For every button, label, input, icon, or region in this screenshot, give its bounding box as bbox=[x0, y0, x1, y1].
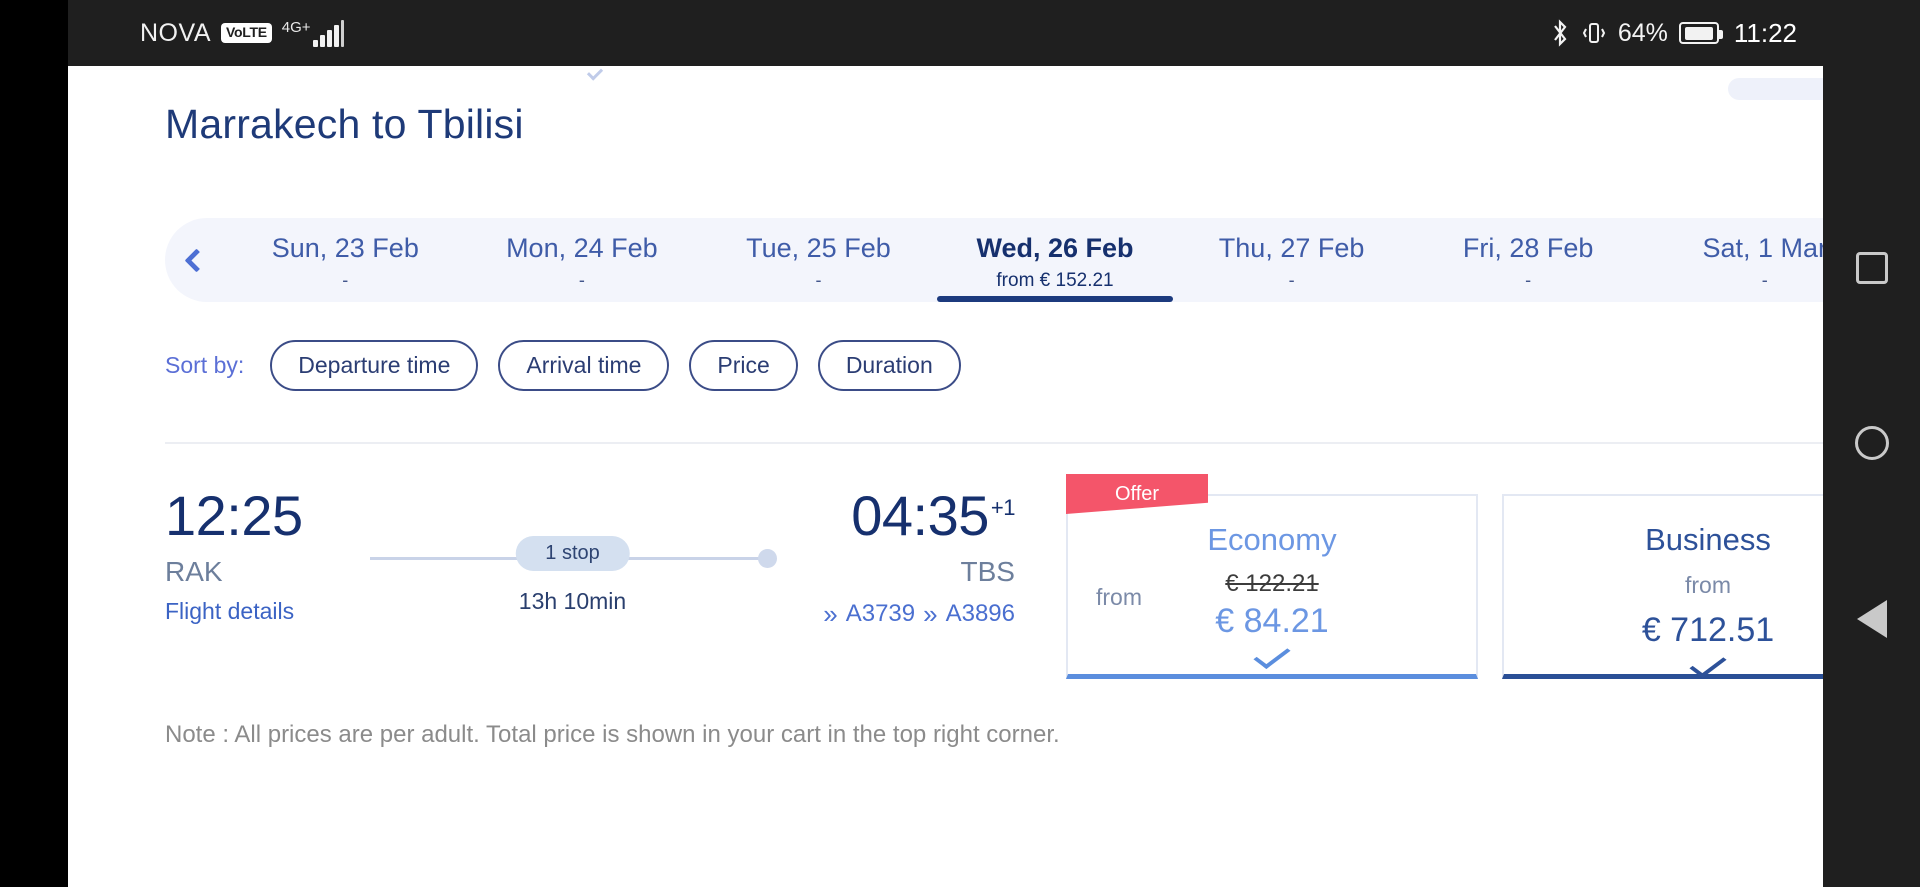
flight-path: 1 stop 13h 10min bbox=[370, 536, 777, 614]
chevron-down-icon[interactable] bbox=[1689, 650, 1727, 678]
date-items: Sun, 23 Feb - Mon, 24 Feb - Tue, 25 Feb … bbox=[227, 218, 1823, 302]
flight-number-1: » A3896 bbox=[923, 600, 1015, 628]
date-item-5[interactable]: Fri, 28 Feb - bbox=[1410, 218, 1647, 302]
recents-button[interactable] bbox=[1849, 245, 1895, 291]
chevron-down-icon[interactable] bbox=[1253, 641, 1291, 669]
screen: NOVA VoLTE 4G+ 64% 11:22 Marrakech to Tb… bbox=[0, 0, 1920, 887]
arrival-time: 04:35+1 bbox=[823, 488, 1015, 544]
fare-prices: € 712.51 bbox=[1504, 611, 1823, 650]
arrival-block: 04:35+1 TBS » A3739 » A3896 bbox=[823, 488, 1015, 628]
arrival-day-offset: +1 bbox=[990, 495, 1016, 521]
back-button[interactable] bbox=[1849, 596, 1895, 642]
main-content: Marrakech to Tbilisi Sun, 23 Feb - Mon, … bbox=[68, 64, 1823, 887]
top-right-partial-pill bbox=[1728, 78, 1823, 100]
fare-card-business[interactable]: Business from € 712.51 bbox=[1502, 494, 1823, 679]
date-price: - bbox=[578, 270, 585, 290]
vibrate-icon bbox=[1582, 23, 1605, 43]
network-type-label: 4G+ bbox=[281, 18, 311, 36]
date-item-0[interactable]: Sun, 23 Feb - bbox=[227, 218, 464, 302]
flight-path-endpoint bbox=[758, 549, 777, 568]
date-label: Wed, 26 Feb bbox=[976, 232, 1134, 263]
fare-cabin-label: Business bbox=[1645, 522, 1771, 557]
flight-number-label: A3739 bbox=[845, 600, 916, 627]
left-bezel bbox=[0, 0, 68, 887]
chevron-left-icon bbox=[183, 247, 209, 273]
sort-row: Sort by: Departure time Arrival time Pri… bbox=[165, 326, 961, 404]
sort-option-arrival-time[interactable]: Arrival time bbox=[498, 339, 670, 391]
volte-badge: VoLTE bbox=[221, 23, 272, 43]
battery-saver-icon bbox=[1678, 22, 1723, 44]
date-label: Thu, 27 Feb bbox=[1218, 233, 1365, 263]
flight-result-row: 12:25 RAK Flight details 1 stop 13h 10mi… bbox=[68, 466, 1823, 691]
date-item-6[interactable]: Sat, 1 Mar - bbox=[1646, 218, 1823, 302]
prev-dates-button[interactable] bbox=[165, 247, 227, 273]
chevron-down-icon bbox=[586, 64, 604, 81]
clock-label: 11:22 bbox=[1733, 17, 1797, 48]
offer-badge: Offer bbox=[1066, 474, 1208, 514]
fare-card-economy[interactable]: Offer Economy from € 122.21 € 84.21 bbox=[1066, 474, 1478, 679]
double-chevron-icon: » bbox=[923, 599, 938, 629]
date-price: - bbox=[815, 270, 822, 290]
fare-from-label: from bbox=[1096, 584, 1142, 610]
bluetooth-icon bbox=[1553, 19, 1567, 47]
date-item-2[interactable]: Tue, 25 Feb - bbox=[700, 218, 937, 302]
recents-square-icon bbox=[1855, 251, 1888, 284]
fare-from-label: from bbox=[1685, 572, 1731, 598]
phone-viewport: NOVA VoLTE 4G+ 64% 11:22 Marrakech to Tb… bbox=[68, 0, 1823, 887]
home-circle-icon bbox=[1854, 426, 1889, 461]
sort-option-departure-time[interactable]: Departure time bbox=[270, 339, 479, 391]
flight-duration: 13h 10min bbox=[518, 588, 627, 614]
sort-option-duration[interactable]: Duration bbox=[817, 339, 961, 391]
arrival-airport-code: TBS bbox=[960, 556, 1015, 587]
home-button[interactable] bbox=[1849, 420, 1895, 466]
signal-bars-icon: 4G+ bbox=[281, 18, 344, 47]
double-chevron-icon: » bbox=[823, 599, 838, 629]
stops-badge: 1 stop bbox=[515, 536, 630, 571]
date-item-1[interactable]: Mon, 24 Feb - bbox=[464, 218, 701, 302]
date-price: from € 152.21 bbox=[996, 269, 1114, 291]
date-label: Tue, 25 Feb bbox=[746, 233, 891, 263]
fare-price: € 712.51 bbox=[1641, 611, 1775, 649]
flight-leg: 12:25 RAK Flight details 1 stop 13h 10mi… bbox=[165, 488, 1016, 648]
date-item-3-selected[interactable]: Wed, 26 Feb from € 152.21 bbox=[936, 218, 1174, 302]
status-bar-right: 64% 11:22 bbox=[1550, 18, 1797, 49]
date-label: Sun, 23 Feb bbox=[271, 233, 419, 263]
date-item-4[interactable]: Thu, 27 Feb - bbox=[1173, 218, 1410, 302]
flight-number-label: A3896 bbox=[945, 600, 1015, 627]
date-strip: Sun, 23 Feb - Mon, 24 Feb - Tue, 25 Feb … bbox=[165, 218, 1823, 302]
status-bar-left: NOVA VoLTE 4G+ bbox=[140, 19, 344, 48]
date-label: Mon, 24 Feb bbox=[506, 233, 658, 263]
signal-strength-icon bbox=[312, 19, 344, 47]
carrier-label: NOVA bbox=[140, 18, 211, 47]
date-price: - bbox=[1761, 270, 1768, 290]
sort-by-label: Sort by: bbox=[165, 351, 245, 378]
arrival-time-value: 04:35 bbox=[851, 484, 989, 547]
flight-details-link[interactable]: Flight details bbox=[165, 598, 303, 625]
departure-block: 12:25 RAK Flight details bbox=[165, 488, 303, 625]
date-price: - bbox=[1525, 270, 1532, 290]
fare-cabin-label: Economy bbox=[1207, 522, 1337, 557]
battery-percent-label: 64% bbox=[1617, 18, 1668, 47]
price-note: Note : All prices are per adult. Total p… bbox=[165, 721, 1060, 748]
date-price: - bbox=[342, 270, 349, 290]
flight-numbers: » A3739 » A3896 bbox=[823, 600, 1015, 628]
departure-time: 12:25 bbox=[165, 484, 303, 547]
sort-option-price[interactable]: Price bbox=[689, 339, 798, 391]
page-title: Marrakech to Tbilisi bbox=[165, 101, 524, 147]
section-divider bbox=[165, 442, 1823, 444]
status-bar: NOVA VoLTE 4G+ 64% 11:22 bbox=[68, 0, 1823, 66]
date-label: Sat, 1 Mar bbox=[1702, 233, 1823, 263]
flight-number-0: » A3739 bbox=[823, 600, 915, 628]
android-nav-bar bbox=[1823, 0, 1920, 887]
back-triangle-icon bbox=[1856, 600, 1887, 639]
date-label: Fri, 28 Feb bbox=[1462, 233, 1594, 263]
departure-airport-code: RAK bbox=[165, 556, 223, 587]
date-price: - bbox=[1288, 270, 1295, 290]
